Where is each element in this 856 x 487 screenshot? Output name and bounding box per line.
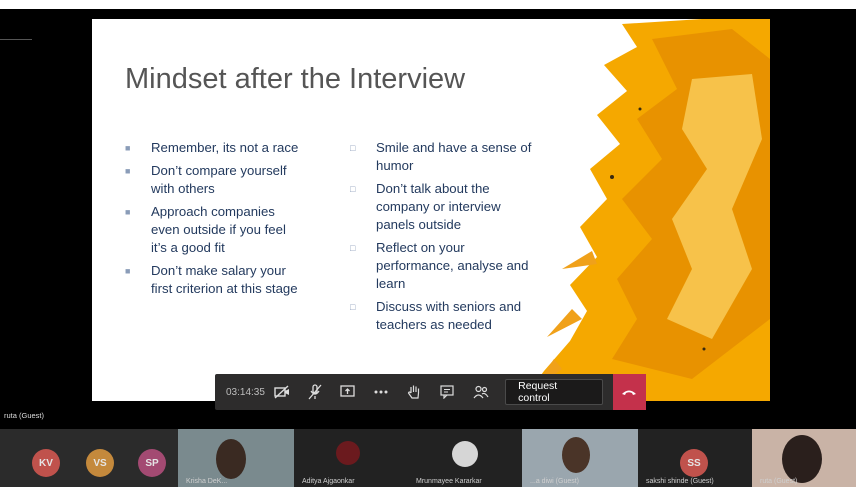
left-bullet-list: ■ Remember, its not a race ■ Don’t compare… — [125, 139, 305, 303]
participant-video-tile[interactable]: ruta (Guest) — [752, 429, 856, 487]
divider — [0, 39, 32, 40]
call-controls-toolbar: 03:14:35 Request control — [215, 374, 646, 410]
hollow-square-bullet-icon: □ — [350, 243, 356, 253]
raise-hand-icon[interactable] — [398, 374, 431, 410]
participant-tile[interactable]: Aditya Ajgaonkar — [294, 429, 408, 487]
bullet-item: ■ Don’t make salary your first criterion … — [125, 263, 298, 296]
avatar — [452, 441, 478, 467]
share-screen-icon[interactable] — [331, 374, 364, 410]
slide-title: Mindset after the Interview — [125, 63, 466, 95]
avatar-sp[interactable]: SP — [138, 449, 166, 477]
hang-up-icon[interactable] — [612, 374, 646, 410]
shared-slide: Mindset after the Interview ■ Remember, i… — [92, 19, 770, 401]
participant-video-figure — [782, 435, 822, 483]
more-icon[interactable] — [364, 374, 397, 410]
participant-tile[interactable]: Mrunmayee Kararkar — [408, 429, 522, 487]
request-control-button[interactable]: Request control — [505, 379, 603, 405]
camera-off-icon[interactable] — [265, 374, 298, 410]
participant-video-figure — [562, 437, 590, 473]
hollow-square-bullet-icon: □ — [350, 184, 356, 194]
avatar-vs[interactable]: VS — [86, 449, 114, 477]
chat-icon[interactable] — [431, 374, 464, 410]
presenter-label: ruta (Guest) — [4, 411, 45, 420]
participant-name: ruta (Guest) — [760, 478, 798, 485]
participant-video-tile[interactable]: ...a diwi (Guest) — [522, 429, 638, 487]
participant-strip: KV VS SP Krisha DeK... Aditya Ajgaonkar … — [0, 429, 856, 487]
mic-off-icon[interactable] — [298, 374, 331, 410]
participant-name: ...a diwi (Guest) — [530, 478, 580, 485]
bullet-item: □ Don’t talk about the company or intervi… — [350, 181, 501, 232]
hollow-square-bullet-icon: □ — [350, 143, 356, 153]
bullet-item: ■ Approach companies even outside if you … — [125, 204, 286, 255]
avatar-ss: SS — [680, 449, 708, 477]
square-bullet-icon: ■ — [125, 143, 131, 153]
bullet-item: □ Discuss with seniors and teachers as ne… — [350, 299, 522, 332]
participant-video-tile[interactable]: Krisha DeK... — [178, 429, 294, 487]
bullet-item: □ Smile and have a sense of humor — [350, 140, 532, 173]
call-timer: 03:14:35 — [226, 386, 265, 398]
bullet-item: ■ Remember, its not a race — [125, 140, 299, 155]
participant-video-figure — [216, 439, 246, 479]
participant-name: sakshi shinde (Guest) — [646, 478, 714, 485]
square-bullet-icon: ■ — [125, 266, 131, 276]
hollow-square-bullet-icon: □ — [350, 302, 356, 312]
avatar-kv[interactable]: KV — [32, 449, 60, 477]
participant-name: Aditya Ajgaonkar — [302, 478, 355, 485]
right-bullet-list: □ Smile and have a sense of humor □ Don’t … — [350, 139, 535, 339]
participants-icon[interactable] — [464, 374, 497, 410]
participant-tile[interactable]: SS sakshi shinde (Guest) — [638, 429, 752, 487]
bullet-item: ■ Don’t compare yourself with others — [125, 163, 287, 196]
participant-name: Mrunmayee Kararkar — [416, 478, 482, 485]
participant-name: Krisha DeK... — [186, 478, 228, 485]
avatar — [336, 441, 360, 465]
square-bullet-icon: ■ — [125, 207, 131, 217]
bullet-item: □ Reflect on your performance, analyse an… — [350, 240, 529, 291]
square-bullet-icon: ■ — [125, 166, 131, 176]
